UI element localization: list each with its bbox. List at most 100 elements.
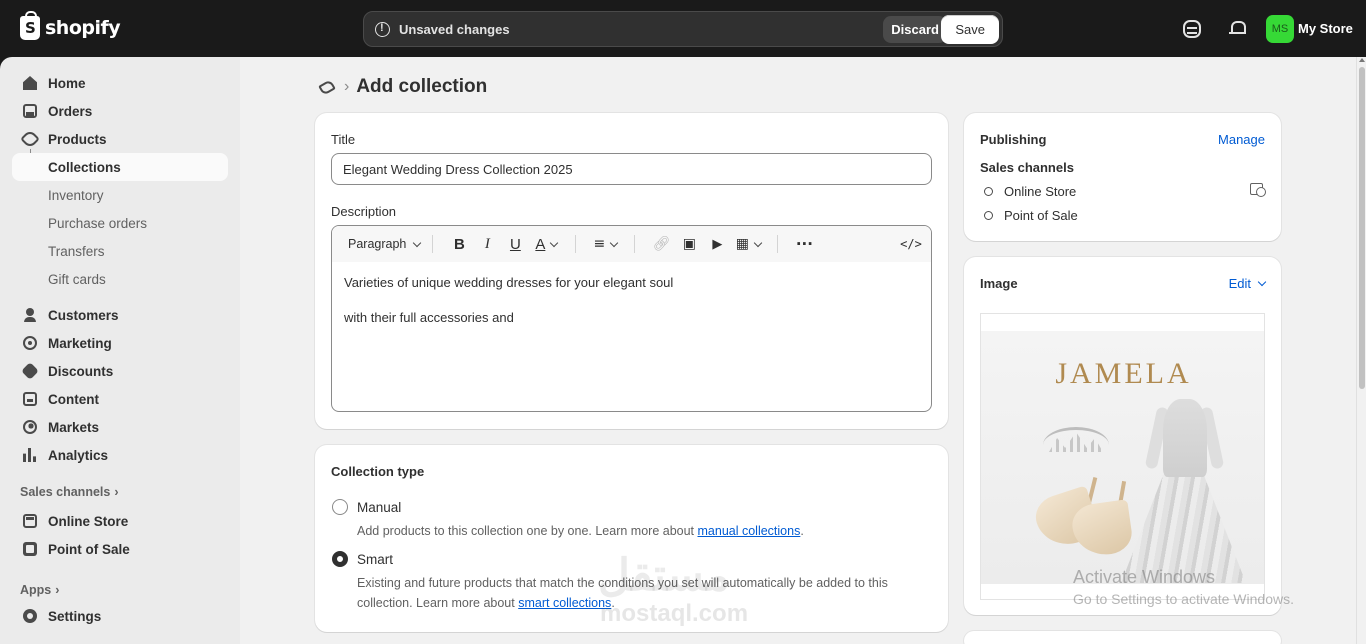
paragraph-format-select[interactable]: Paragraph bbox=[348, 237, 422, 251]
chevron-right-icon: › bbox=[344, 78, 350, 95]
publishing-heading: Publishing bbox=[980, 132, 1047, 147]
nav-label: Customers bbox=[48, 307, 119, 323]
align-icon[interactable]: ≡ bbox=[588, 230, 622, 258]
channel-bullet bbox=[984, 211, 993, 220]
schedule-calendar-icon[interactable] bbox=[1250, 183, 1266, 197]
nav-label: Purchase orders bbox=[48, 215, 148, 231]
activate-windows-subtitle: Go to Settings to activate Windows. bbox=[1073, 591, 1294, 607]
shopify-logo[interactable]: shopify bbox=[20, 11, 121, 40]
store-name[interactable]: My Store bbox=[1298, 21, 1353, 36]
unsaved-changes-bar: Unsaved changes Discard Save bbox=[363, 11, 1003, 47]
discard-button[interactable]: Discard bbox=[883, 16, 947, 43]
gear-icon bbox=[23, 609, 37, 623]
manual-radio[interactable] bbox=[332, 499, 348, 515]
scroll-up-arrow-icon[interactable] bbox=[1359, 58, 1365, 62]
underline-icon[interactable]: U bbox=[501, 230, 529, 258]
more-options-icon[interactable]: ··· bbox=[790, 230, 818, 258]
scrollbar-thumb[interactable] bbox=[1359, 67, 1365, 389]
notification-bell-icon[interactable] bbox=[1228, 20, 1246, 38]
sales-channels-header[interactable]: Sales channels › bbox=[20, 485, 119, 499]
nav-settings[interactable]: Settings bbox=[12, 602, 228, 630]
shopify-bag-icon bbox=[20, 11, 40, 40]
nav-collections[interactable]: Collections bbox=[12, 153, 228, 181]
nav-home[interactable]: Home bbox=[12, 69, 228, 97]
publishing-card: Publishing Manage Sales channels Online … bbox=[964, 113, 1281, 241]
unsaved-changes-text: Unsaved changes bbox=[399, 21, 510, 37]
manual-help-prefix: Add products to this collection one by o… bbox=[357, 524, 698, 538]
nav-gift-cards[interactable]: Gift cards bbox=[12, 265, 228, 293]
nav-label: Discounts bbox=[48, 363, 114, 379]
manage-link[interactable]: Manage bbox=[1218, 132, 1265, 147]
nav-online-store[interactable]: Online Store bbox=[12, 507, 228, 535]
chevron-right-icon: › bbox=[55, 583, 60, 597]
toolbar-divider bbox=[432, 235, 434, 253]
italic-icon[interactable]: I bbox=[473, 230, 501, 258]
next-card bbox=[964, 631, 1281, 644]
manual-collections-link[interactable]: manual collections bbox=[698, 524, 801, 538]
activate-windows-title: Activate Windows bbox=[1073, 567, 1216, 587]
collection-image-artwork: JAMELA bbox=[981, 331, 1264, 584]
target-icon bbox=[23, 336, 37, 350]
table-icon[interactable]: ▦ bbox=[731, 230, 765, 258]
nav-analytics[interactable]: Analytics bbox=[12, 441, 228, 469]
bar-chart-icon bbox=[23, 448, 37, 462]
nav-transfers[interactable]: Transfers bbox=[12, 237, 228, 265]
nav-orders[interactable]: Orders bbox=[12, 97, 228, 125]
sidekick-icon[interactable] bbox=[1183, 20, 1201, 38]
description-line: with their full accessories and bbox=[344, 310, 514, 325]
store-avatar[interactable]: MS bbox=[1266, 15, 1294, 43]
link-icon[interactable]: 🔗︎ bbox=[647, 230, 675, 258]
nav-label: Orders bbox=[48, 103, 93, 119]
mostaql-watermark-url: mostaql.com bbox=[600, 600, 749, 627]
vertical-scrollbar[interactable] bbox=[1356, 57, 1366, 644]
tag-icon[interactable] bbox=[318, 78, 336, 96]
description-editor[interactable]: Paragraph B I U A ≡ 🔗︎ ▣ ▶ ▦ ··· </> Var… bbox=[331, 225, 932, 412]
nav-discounts[interactable]: Discounts bbox=[12, 357, 228, 385]
bold-icon[interactable]: B bbox=[445, 230, 473, 258]
nav-customers[interactable]: Customers bbox=[12, 301, 228, 329]
nav-markets[interactable]: Markets bbox=[12, 413, 228, 441]
nav-purchase-orders[interactable]: Purchase orders bbox=[12, 209, 228, 237]
nav-content[interactable]: Content bbox=[12, 385, 228, 413]
chevron-down-icon bbox=[413, 238, 422, 247]
video-icon[interactable]: ▶ bbox=[703, 230, 731, 258]
tag-icon bbox=[20, 129, 40, 149]
image-edit-dropdown[interactable]: Edit bbox=[1229, 276, 1267, 291]
editor-toolbar: Paragraph B I U A ≡ 🔗︎ ▣ ▶ ▦ ··· </> bbox=[332, 226, 931, 262]
collection-image[interactable]: JAMELA bbox=[980, 313, 1265, 600]
nav-label: Point of Sale bbox=[48, 541, 130, 557]
manual-help-text: Add products to this collection one by o… bbox=[357, 521, 917, 541]
mostaql-watermark: مستقل bbox=[598, 551, 730, 600]
nav-marketing[interactable]: Marketing bbox=[12, 329, 228, 357]
sidebar: Home Orders Products Collections Invento… bbox=[0, 57, 240, 644]
manual-radio-label[interactable]: Manual bbox=[357, 500, 401, 515]
nav-point-of-sale[interactable]: Point of Sale bbox=[12, 535, 228, 563]
image-icon[interactable]: ▣ bbox=[675, 230, 703, 258]
tiara-graphic bbox=[1043, 427, 1109, 463]
smart-radio-label[interactable]: Smart bbox=[357, 552, 393, 567]
nav-inventory[interactable]: Inventory bbox=[12, 181, 228, 209]
orders-icon bbox=[23, 104, 37, 118]
pos-icon bbox=[23, 542, 37, 556]
home-icon bbox=[23, 76, 37, 90]
nav-label: Markets bbox=[48, 419, 100, 435]
image-brand-text: JAMELA bbox=[1055, 357, 1192, 390]
chevron-right-icon: › bbox=[114, 485, 119, 499]
dress-bodice-graphic bbox=[1163, 399, 1207, 477]
person-icon bbox=[23, 308, 37, 322]
code-view-icon[interactable]: </> bbox=[897, 230, 925, 258]
toolbar-divider bbox=[575, 235, 577, 253]
text-color-icon[interactable]: A bbox=[529, 230, 563, 258]
nav-label: Analytics bbox=[48, 447, 109, 463]
editor-body[interactable]: Varieties of unique wedding dresses for … bbox=[344, 274, 673, 344]
save-button[interactable]: Save bbox=[941, 15, 999, 44]
apps-header[interactable]: Apps › bbox=[20, 583, 59, 597]
title-input[interactable]: Elegant Wedding Dress Collection 2025 bbox=[331, 153, 932, 185]
logo-text: shopify bbox=[45, 17, 121, 39]
nav-label: Transfers bbox=[48, 243, 105, 259]
smart-radio[interactable] bbox=[332, 551, 348, 567]
nav-products[interactable]: Products bbox=[12, 125, 228, 153]
nav-label: Home bbox=[48, 75, 86, 91]
chevron-down-icon bbox=[1257, 277, 1267, 287]
sales-channels-label: Sales channels bbox=[20, 485, 111, 499]
